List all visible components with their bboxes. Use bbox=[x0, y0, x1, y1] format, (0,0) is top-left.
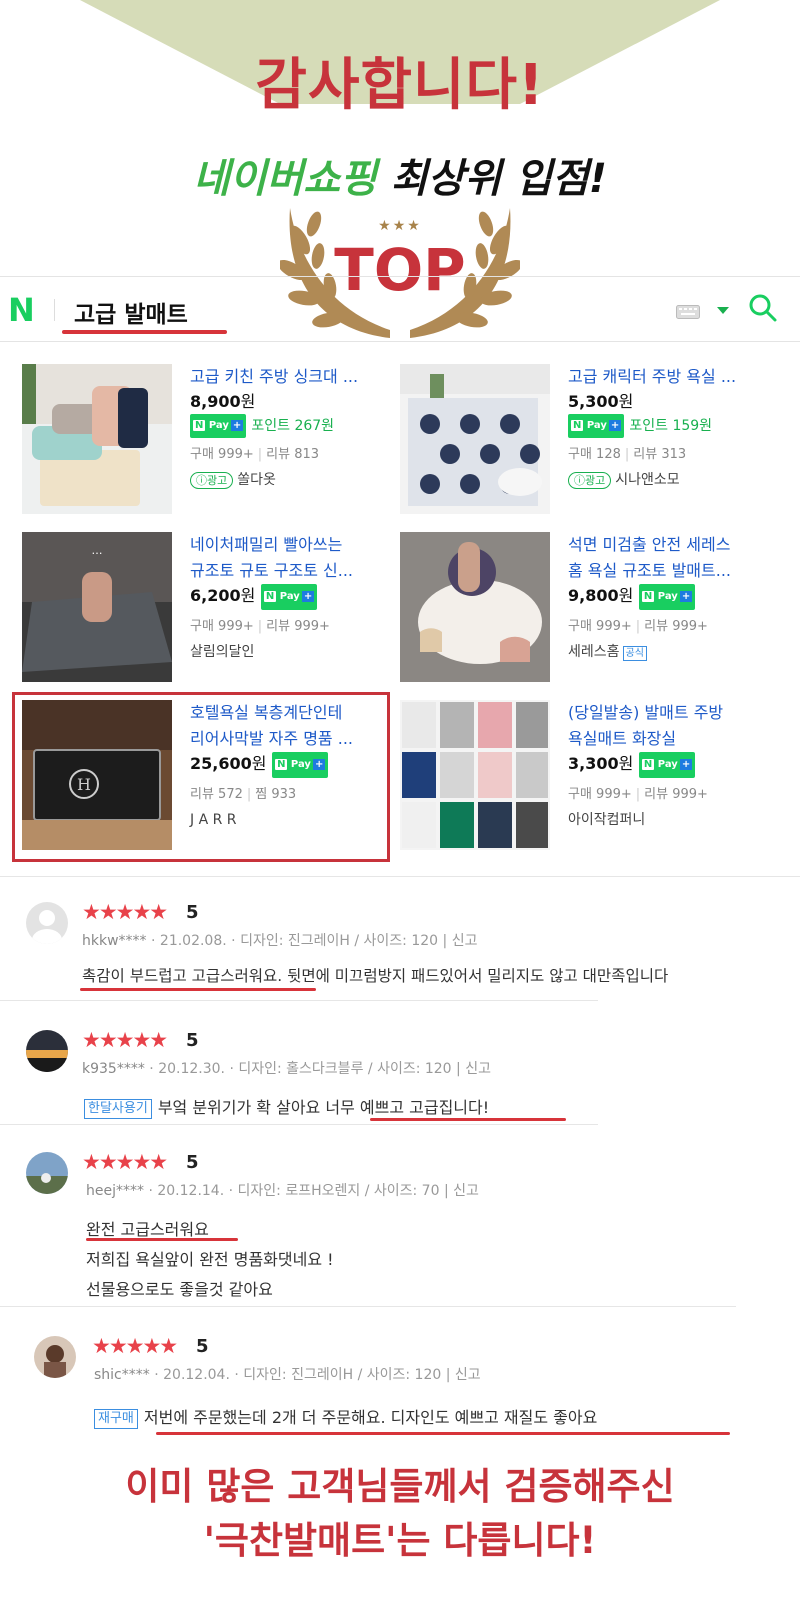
divider bbox=[54, 299, 55, 321]
top-entry-text: 최상위 입점! bbox=[376, 156, 608, 202]
rating-score: 5 bbox=[186, 1030, 199, 1051]
text-underline bbox=[156, 1432, 730, 1435]
text-underline bbox=[370, 1118, 566, 1121]
review-meta: k935**** · 20.12.30. · 디자인: 홀스다크블루 / 사이즈… bbox=[82, 1061, 491, 1077]
product-price: 6,200원 N Pay + bbox=[190, 584, 395, 610]
search-icon[interactable] bbox=[748, 293, 778, 323]
product-title[interactable]: 고급 캐릭터 주방 욕실 ... bbox=[568, 364, 773, 390]
product-title-line2[interactable]: 홈 욕실 규조토 발매트... bbox=[568, 558, 773, 584]
naver-logo[interactable]: N bbox=[8, 291, 35, 329]
product-card[interactable]: 고급 캐릭터 주방 욕실 ... 5,300원 N Pay + 포인트 159원 … bbox=[400, 352, 780, 514]
report-link[interactable]: 신고 bbox=[465, 1061, 491, 1077]
product-price: 3,300원 N Pay + bbox=[568, 752, 773, 778]
closing-line-2: '극찬발매트'는 다릅니다! bbox=[203, 1519, 597, 1562]
avatar bbox=[34, 1336, 76, 1378]
product-price: 5,300원 bbox=[568, 392, 634, 411]
avatar bbox=[26, 1152, 68, 1194]
naver-shopping-text: 네이버쇼핑 bbox=[192, 156, 377, 202]
product-card[interactable]: 석면 미검출 안전 세레스 홈 욕실 규조토 발매트... 9,800원 N P… bbox=[400, 520, 780, 682]
review-tag: 재구매 bbox=[94, 1409, 138, 1429]
thanks-heading: 감사합니다! bbox=[255, 53, 545, 118]
product-image[interactable] bbox=[400, 700, 550, 850]
npay-badge: N Pay + bbox=[260, 584, 318, 610]
product-image[interactable] bbox=[22, 364, 172, 514]
search-input[interactable]: 고급 발매트 bbox=[74, 295, 188, 329]
product-price: 8,900원 bbox=[190, 392, 256, 411]
npay-badge: N Pay + bbox=[568, 414, 625, 438]
text-underline bbox=[80, 988, 316, 991]
product-store: 세레스홈 공식 bbox=[568, 640, 773, 664]
text-underline bbox=[86, 1238, 238, 1241]
top-ranking-headline: 네이버쇼핑 최상위 입점! bbox=[0, 146, 800, 204]
svg-text:…: … bbox=[92, 544, 103, 557]
product-card[interactable]: … 네이처패밀리 빨아쓰는 규조토 규토 구조토 신... 6,200원 N P… bbox=[22, 520, 402, 682]
product-points: 포인트 267원 bbox=[251, 418, 335, 434]
product-title-line2[interactable]: 욕실매트 화장실 bbox=[568, 726, 773, 752]
product-store: ⓘ광고 쏠다옷 bbox=[190, 468, 395, 492]
closing-line-1: 이미 많은 고객님들께서 검증해주신 bbox=[125, 1465, 675, 1508]
product-store[interactable]: 아이작컴퍼니 bbox=[568, 808, 773, 832]
review-meta: heej**** · 20.12.14. · 디자인: 로프H오렌지 / 사이즈… bbox=[86, 1183, 479, 1199]
review-text: 저희집 욕실앞이 완전 명품화댓네요 ! bbox=[86, 1250, 334, 1269]
divider bbox=[0, 876, 800, 877]
rating-stars: ★★★★★ bbox=[82, 900, 168, 924]
review-text: 완전 고급스러워요 bbox=[86, 1220, 209, 1239]
product-image[interactable] bbox=[400, 364, 550, 514]
keyboard-icon[interactable] bbox=[676, 305, 700, 319]
highlight-frame bbox=[12, 692, 390, 862]
product-title[interactable]: (당일발송) 발매트 주방 bbox=[568, 700, 773, 726]
closing-message: 이미 많은 고객님들께서 검증해주신 '극찬발매트'는 다릅니다! bbox=[0, 1460, 800, 1568]
review-text: 선물용으로도 좋을것 같아요 bbox=[86, 1280, 273, 1299]
divider bbox=[0, 1124, 598, 1125]
review-tag: 한달사용기 bbox=[84, 1099, 152, 1119]
review-text: 재구매 저번에 주문했는데 2개 더 주문해요. 디자인도 예쁘고 재질도 좋아요 bbox=[94, 1404, 597, 1429]
product-meta: 구매 999+ | 리뷰 999+ bbox=[568, 787, 708, 802]
rating-score: 5 bbox=[196, 1336, 209, 1357]
review-meta: shic**** · 20.12.04. · 디자인: 진그레이H / 사이즈:… bbox=[94, 1367, 481, 1383]
product-image[interactable]: … bbox=[22, 532, 172, 682]
product-price: 9,800원 N Pay + bbox=[568, 584, 773, 610]
product-store: ⓘ광고 시나앤소모 bbox=[568, 468, 773, 492]
ad-badge: ⓘ광고 bbox=[190, 472, 234, 489]
product-points: 포인트 159원 bbox=[629, 418, 713, 434]
npay-badge: N Pay + bbox=[190, 414, 247, 438]
report-link[interactable]: 신고 bbox=[455, 1367, 481, 1383]
query-underline bbox=[62, 330, 227, 334]
product-title[interactable]: 고급 키친 주방 싱크대 ... bbox=[190, 364, 395, 390]
npay-badge: N Pay + bbox=[638, 752, 696, 778]
product-meta: 구매 999+ | 리뷰 999+ bbox=[568, 619, 708, 634]
product-image[interactable] bbox=[400, 532, 550, 682]
avatar bbox=[26, 1030, 68, 1072]
npay-badge: N Pay + bbox=[638, 584, 696, 610]
product-meta: 구매 999+ | 리뷰 999+ bbox=[190, 619, 330, 634]
product-meta: 구매 999+ | 리뷰 813 bbox=[190, 447, 320, 462]
report-link[interactable]: 신고 bbox=[452, 933, 478, 949]
product-card[interactable]: 고급 키친 주방 싱크대 ... 8,900원 N Pay + 포인트 267원 … bbox=[22, 352, 402, 514]
rating-stars: ★★★★★ bbox=[82, 1150, 168, 1174]
official-badge: 공식 bbox=[622, 646, 647, 661]
product-title[interactable]: 석면 미검출 안전 세레스 bbox=[568, 532, 773, 558]
rating-score: 5 bbox=[186, 1152, 199, 1173]
review-text: 한달사용기 부엌 분위기가 확 살아요 너무 예쁘고 고급집니다! bbox=[84, 1094, 489, 1119]
product-card[interactable]: (당일발송) 발매트 주방 욕실매트 화장실 3,300원 N Pay + 구매 … bbox=[400, 688, 780, 850]
review-text: 촉감이 부드럽고 고급스러워요. 뒷면에 미끄럼방지 패드있어서 밀리지도 않고… bbox=[82, 967, 669, 985]
divider bbox=[0, 1306, 736, 1307]
product-title-line2[interactable]: 규조토 규토 구조토 신... bbox=[190, 558, 395, 584]
chevron-down-icon[interactable] bbox=[717, 305, 729, 315]
report-link[interactable]: 신고 bbox=[453, 1183, 479, 1199]
product-store[interactable]: 살림의달인 bbox=[190, 640, 395, 664]
product-meta: 구매 128 | 리뷰 313 bbox=[568, 447, 687, 462]
avatar bbox=[26, 902, 68, 944]
product-title[interactable]: 네이처패밀리 빨아쓰는 bbox=[190, 532, 395, 558]
ad-badge: ⓘ광고 bbox=[568, 472, 612, 489]
three-stars-icon: ★★★ bbox=[378, 218, 422, 234]
rating-score: 5 bbox=[186, 902, 199, 923]
rating-stars: ★★★★★ bbox=[82, 1028, 168, 1052]
rating-stars: ★★★★★ bbox=[92, 1334, 178, 1358]
divider bbox=[0, 1000, 598, 1001]
review-meta: hkkw**** · 21.02.08. · 디자인: 진그레이H / 사이즈:… bbox=[82, 933, 478, 949]
